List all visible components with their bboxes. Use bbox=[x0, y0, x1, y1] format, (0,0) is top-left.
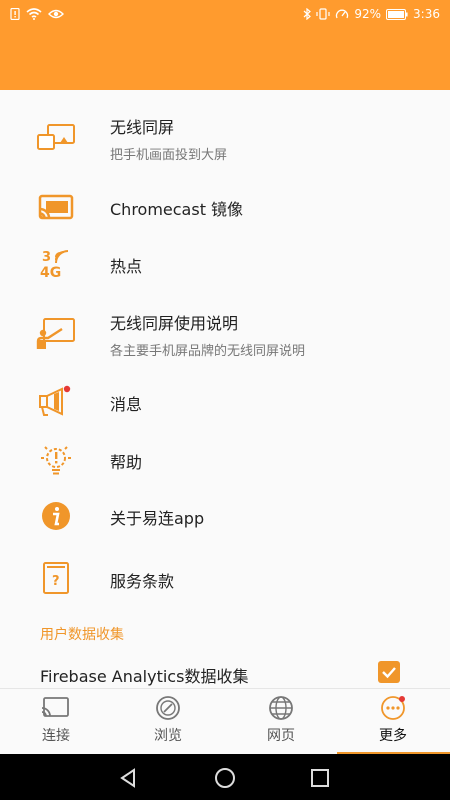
battery-percent: 92% bbox=[354, 7, 382, 21]
menu-item-title: 无线同屏 bbox=[110, 118, 175, 137]
back-triangle-icon bbox=[120, 768, 135, 788]
system-nav-bar bbox=[0, 754, 450, 800]
menu-item-title: 服务条款 bbox=[110, 572, 175, 591]
info-icon bbox=[36, 498, 76, 534]
hotspot-4g-icon: 3 4G bbox=[36, 246, 76, 282]
status-bar: 92% 3:36 bbox=[0, 0, 450, 32]
checkmark-icon bbox=[382, 667, 396, 679]
menu-item-help[interactable]: 帮助 bbox=[0, 442, 450, 478]
wifi-icon bbox=[26, 8, 42, 20]
presentation-icon bbox=[36, 316, 76, 352]
app-header bbox=[0, 32, 450, 90]
menu-item-chromecast[interactable]: Chromecast 镜像 bbox=[0, 190, 450, 222]
bluetooth-icon bbox=[303, 8, 312, 20]
firebase-analytics-checkbox[interactable] bbox=[378, 661, 400, 683]
menu-item-messages[interactable]: 消息 bbox=[0, 384, 450, 420]
tab-connect[interactable]: 连接 bbox=[0, 689, 112, 755]
tab-browse[interactable]: 浏览 bbox=[112, 689, 224, 755]
megaphone-icon bbox=[36, 384, 76, 420]
svg-text:3: 3 bbox=[42, 250, 51, 265]
lightbulb-icon bbox=[36, 442, 76, 478]
back-button[interactable] bbox=[116, 766, 140, 790]
bottom-tab-bar: 连接 浏览 网页 更多 bbox=[0, 688, 450, 755]
firebase-analytics-label: Firebase Analytics数据收集 bbox=[40, 667, 249, 686]
tab-more[interactable]: 更多 bbox=[337, 689, 449, 755]
menu-item-mirror-guide[interactable]: 无线同屏使用说明 各主要手机屏品牌的无线同屏说明 bbox=[0, 310, 450, 359]
firebase-analytics-row[interactable]: Firebase Analytics数据收集 bbox=[0, 655, 450, 688]
sim-alert-icon bbox=[10, 8, 20, 20]
recents-button[interactable] bbox=[308, 766, 332, 790]
menu-item-title: 无线同屏使用说明 bbox=[110, 314, 239, 333]
tab-web[interactable]: 网页 bbox=[225, 689, 337, 755]
clock: 3:36 bbox=[413, 7, 440, 21]
globe-icon bbox=[265, 695, 297, 721]
home-button[interactable] bbox=[213, 766, 237, 790]
more-icon bbox=[377, 695, 409, 721]
document-question-icon: ? bbox=[36, 560, 76, 596]
menu-item-hotspot[interactable]: 3 4G 热点 bbox=[0, 246, 450, 282]
menu-item-title: 帮助 bbox=[110, 453, 143, 472]
menu-item-title: Chromecast 镜像 bbox=[110, 200, 244, 219]
chromecast-icon bbox=[36, 190, 76, 226]
tab-label: 更多 bbox=[379, 728, 407, 744]
menu-item-about[interactable]: 关于易连app bbox=[0, 498, 450, 534]
svg-text:4G: 4G bbox=[40, 265, 61, 280]
status-left-icons bbox=[10, 8, 64, 20]
tab-label: 浏览 bbox=[154, 728, 182, 744]
eye-icon bbox=[48, 9, 64, 19]
svg-text:?: ? bbox=[52, 574, 60, 589]
tab-label: 连接 bbox=[42, 728, 70, 744]
vibrate-icon bbox=[316, 8, 330, 20]
cast-icon bbox=[40, 695, 72, 721]
menu-item-terms[interactable]: ? 服务条款 bbox=[0, 558, 450, 598]
menu-item-title: 消息 bbox=[110, 395, 143, 414]
home-circle-icon bbox=[215, 768, 235, 788]
menu-item-subtitle: 各主要手机屏品牌的无线同屏说明 bbox=[110, 344, 306, 359]
notification-dot bbox=[63, 385, 71, 393]
menu-list[interactable]: 无线同屏 把手机画面投到大屏 Chromecast 镜像 3 4G 热点 无线同… bbox=[0, 90, 450, 688]
menu-item-title: 关于易连app bbox=[110, 509, 205, 528]
menu-item-subtitle: 把手机画面投到大屏 bbox=[110, 148, 228, 163]
speed-icon bbox=[336, 9, 349, 19]
menu-item-wireless-mirror[interactable]: 无线同屏 把手机画面投到大屏 bbox=[0, 114, 450, 163]
menu-item-title: 热点 bbox=[110, 257, 143, 276]
compass-icon bbox=[152, 695, 184, 721]
battery-icon bbox=[386, 8, 408, 20]
section-label-data-collection: 用户数据收集 bbox=[40, 627, 124, 643]
recents-square-icon bbox=[311, 769, 329, 787]
tab-label: 网页 bbox=[267, 728, 295, 744]
screen-mirror-icon bbox=[36, 120, 76, 156]
status-right-icons: 92% 3:36 bbox=[303, 7, 440, 21]
